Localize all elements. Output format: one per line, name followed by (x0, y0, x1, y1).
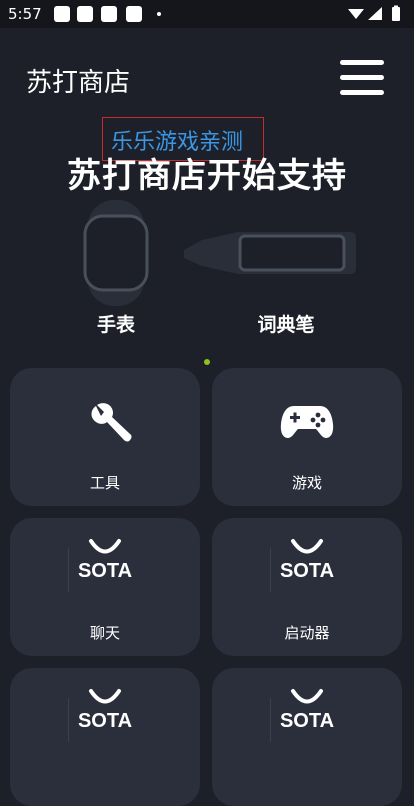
sota-smile-icon (291, 539, 323, 554)
more-notifications-icon (157, 12, 161, 16)
gamepad-icon (280, 406, 334, 438)
signal-icon (368, 7, 382, 20)
notification-icon (77, 6, 93, 22)
category-card[interactable]: SOTA (10, 668, 200, 806)
wrench-icon (91, 403, 132, 442)
category-card-chat[interactable]: SOTA 聊天 (10, 518, 200, 656)
sota-logo: SOTA (10, 538, 200, 583)
notification-icon (101, 6, 117, 22)
status-time: 5:57 (8, 5, 42, 23)
sota-logo: SOTA (212, 538, 402, 583)
category-label: 游戏 (291, 474, 322, 492)
sota-smile-icon (89, 539, 121, 554)
system-status-icons (348, 5, 400, 21)
category-label: 工具 (89, 474, 120, 492)
menu-icon (340, 60, 384, 65)
app-title: 苏打商店 (26, 68, 131, 98)
device-label-pen: 词典笔 (257, 314, 315, 336)
category-card[interactable]: SOTA (212, 668, 402, 806)
sota-smile-icon (291, 689, 323, 704)
app-header: 苏打商店 (0, 28, 414, 128)
sota-logo: SOTA (10, 688, 200, 733)
sota-smile-icon (89, 689, 121, 704)
battery-icon (392, 7, 400, 21)
watch-icon (83, 200, 149, 306)
notification-icon (126, 6, 142, 22)
menu-button[interactable] (338, 58, 386, 98)
banner-headline: 苏打商店开始支持 (67, 156, 347, 196)
category-card-tools[interactable]: 工具 (10, 368, 200, 506)
status-bar: 5:57 (0, 0, 414, 28)
wifi-icon (348, 9, 364, 19)
notification-icon (54, 6, 70, 22)
category-label: 聊天 (89, 624, 120, 642)
category-label: 启动器 (284, 624, 330, 642)
device-label-watch: 手表 (96, 314, 135, 336)
sota-logo: SOTA (212, 688, 402, 733)
category-card-launcher[interactable]: SOTA 启动器 (212, 518, 402, 656)
carousel-page-indicator[interactable] (204, 359, 210, 365)
dictionary-pen-icon (184, 232, 356, 274)
category-card-games[interactable]: 游戏 (212, 368, 402, 506)
